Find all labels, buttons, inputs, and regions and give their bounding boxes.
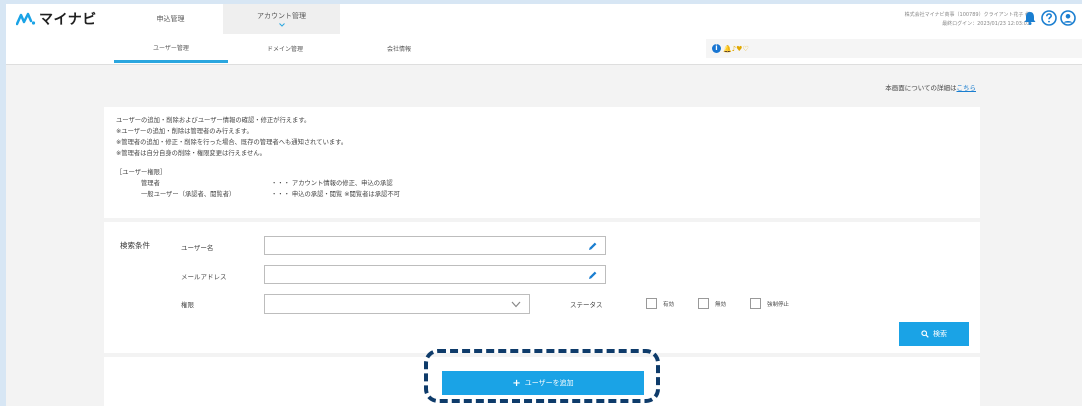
tab-application-management[interactable]: 申込管理: [118, 4, 223, 34]
checkbox-label: 無効: [715, 301, 727, 308]
logo[interactable]: マイナビ: [16, 10, 97, 28]
role-select[interactable]: [264, 294, 530, 314]
checkbox-box[interactable]: [750, 298, 761, 309]
notice-bar[interactable]: i 🔔♪♥♡: [706, 39, 1082, 58]
role-label: 権限: [181, 301, 194, 309]
checkbox-label: 強制停止: [767, 301, 790, 308]
highlight-dashed-outline: [424, 349, 660, 403]
subtab-label: ドメイン管理: [266, 45, 303, 53]
app-shell: マイナビ 申込管理 アカウント管理 株式会社マイナビ商事（100789）クライア…: [6, 4, 1082, 406]
notice-glyphs: 🔔♪♥♡: [723, 44, 749, 53]
status-suspended-checkbox[interactable]: 強制停止: [750, 298, 789, 309]
username-input[interactable]: [264, 236, 606, 255]
checkbox-box[interactable]: [646, 298, 657, 309]
user-account-icon[interactable]: [1060, 10, 1076, 26]
tab-label: アカウント管理: [257, 12, 306, 20]
sub-navigation: ユーザー管理 ドメイン管理 会社情報 i 🔔♪♥♡: [6, 34, 1082, 65]
checkbox-box[interactable]: [698, 298, 709, 309]
pencil-icon: [589, 242, 597, 250]
subtab-label: ユーザー管理: [153, 44, 189, 52]
bell-icon[interactable]: [1022, 10, 1038, 26]
description-line: ※管理者の追加・修正・削除を行った場合、既存の管理者へも通知されています。: [116, 139, 348, 146]
logo-text: マイナビ: [39, 12, 97, 28]
info-icon: i: [712, 44, 721, 53]
role-row: 一般ユーザー（承認者、閲覧者） ・・・ 申込の承認・閲覧 ※閲覧者は承認不可: [116, 189, 968, 200]
pencil-icon: [589, 271, 597, 279]
detail-help-text: 本画面についての詳細はこちら: [885, 82, 976, 92]
roles-heading: ［ユーザー権限］: [116, 169, 167, 176]
checkbox-label: 有効: [663, 301, 675, 308]
email-input[interactable]: [264, 265, 606, 284]
tab-account-management[interactable]: アカウント管理: [223, 4, 340, 34]
header-icons: [1022, 10, 1076, 26]
description-panel: ユーザーの追加・削除およびユーザー情報の確認・修正が行えます。 ※ユーザーの追加…: [104, 107, 980, 218]
description-line: ※管理者は自分自身の削除・権限変更は行えません。: [116, 150, 266, 157]
search-button[interactable]: 検索: [899, 322, 969, 346]
subtab-company-info[interactable]: 会社情報: [342, 34, 456, 62]
search-icon: [921, 330, 929, 338]
chevron-down-icon: [511, 301, 521, 308]
account-name: 株式会社マイナビ商事（100789）クライアント花子 様: [904, 12, 1030, 18]
search-conditions-title: 検索条件: [120, 241, 150, 250]
help-icon[interactable]: [1041, 10, 1057, 26]
search-panel: 検索条件 ユーザー名 メールアドレス 権限 ステータス 有効 無効 強制停止 検…: [104, 222, 980, 353]
username-label: ユーザー名: [181, 244, 214, 252]
status-inactive-checkbox[interactable]: 無効: [698, 298, 726, 309]
role-name: 管理者: [141, 180, 160, 187]
logo-mark-icon: [16, 12, 36, 26]
status-label: ステータス: [570, 301, 603, 309]
detail-prefix: 本画面についての詳細は: [885, 84, 957, 92]
email-label: メールアドレス: [181, 273, 227, 281]
last-login: 最終ログイン：2023/01/23 12:03:03: [942, 21, 1030, 27]
account-info: 株式会社マイナビ商事（100789）クライアント花子 様 最終ログイン：2023…: [905, 11, 1030, 29]
detail-link[interactable]: こちら: [957, 84, 977, 92]
status-active-checkbox[interactable]: 有効: [646, 298, 674, 309]
description-line: ユーザーの追加・削除およびユーザー情報の確認・修正が行えます。: [116, 117, 311, 124]
subtab-label: 会社情報: [386, 45, 411, 53]
tab-label: 申込管理: [156, 15, 185, 23]
role-description: ・・・ アカウント情報の修正、申込の承認: [271, 180, 393, 187]
role-row: 管理者 ・・・ アカウント情報の修正、申込の承認: [116, 178, 968, 189]
role-name: 一般ユーザー（承認者、閲覧者）: [141, 191, 236, 198]
subtab-domain-management[interactable]: ドメイン管理: [228, 34, 342, 62]
top-header: マイナビ 申込管理 アカウント管理 株式会社マイナビ商事（100789）クライア…: [6, 4, 1082, 35]
role-description: ・・・ 申込の承認・閲覧 ※閲覧者は承認不可: [271, 191, 400, 198]
subtab-user-management[interactable]: ユーザー管理: [114, 34, 228, 63]
description-line: ※ユーザーの追加・削除は管理者のみ行えます。: [116, 128, 253, 135]
search-button-label: 検索: [933, 330, 947, 338]
chevron-down-icon: [278, 23, 285, 27]
